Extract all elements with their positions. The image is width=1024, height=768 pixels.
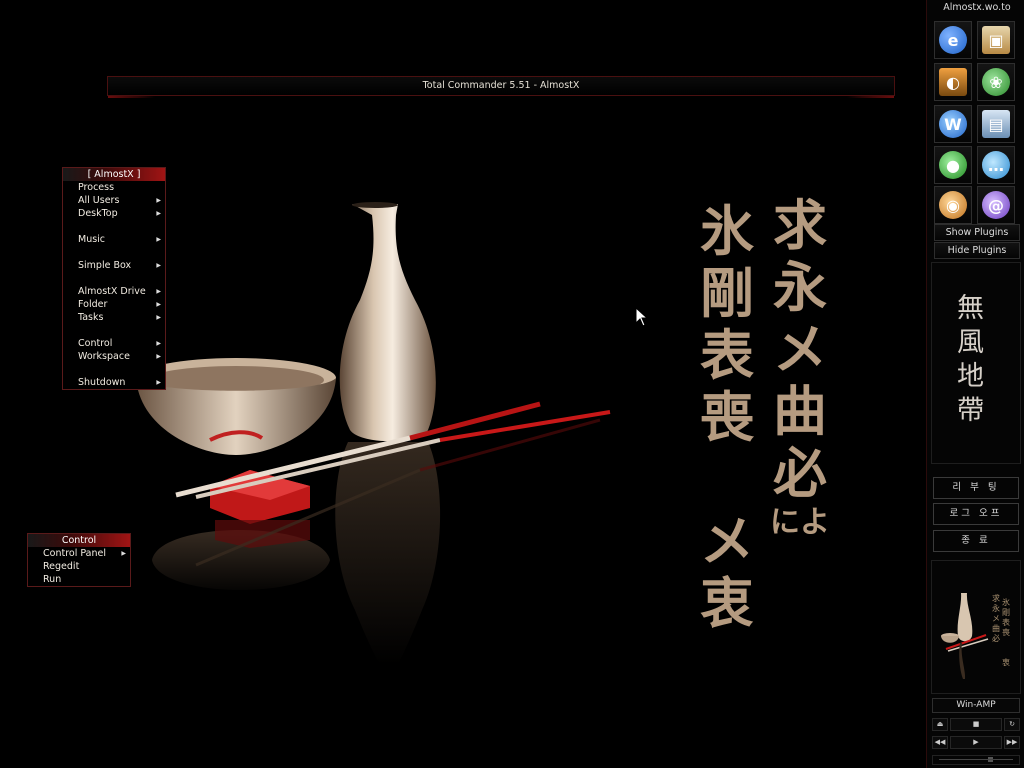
menu-item-tasks[interactable]: Tasks ▶ — [63, 311, 165, 324]
winamp-label[interactable]: Win-AMP — [932, 698, 1020, 713]
svg-text:永: 永 — [992, 603, 1000, 613]
dock-green-network-button[interactable]: ❀ — [977, 63, 1015, 101]
dock-package-button[interactable]: ▣ — [977, 21, 1015, 59]
menu-item-almostx-drive[interactable]: AlmostX Drive ▶ — [63, 285, 165, 298]
submenu-arrow-icon: ▶ — [156, 301, 161, 308]
submenu-arrow-icon: ▶ — [156, 288, 161, 295]
eye-icon: ◉ — [939, 191, 967, 219]
submenu-arrow-icon: ▶ — [156, 197, 161, 204]
start-menu: [ AlmostX ] Process All Users ▶ DeskTop ▶ … — [62, 167, 166, 390]
submenu-arrow-icon: ▶ — [156, 340, 161, 347]
menu-item-desktop[interactable]: DeskTop ▶ — [63, 207, 165, 220]
window-title: Total Commander 5.51 - AlmostX — [422, 80, 580, 91]
winamp-eject-button[interactable]: ⏏ — [932, 718, 948, 731]
svg-text:必: 必 — [992, 633, 1000, 643]
wallpaper-thumbnail: 求 永 メ 曲 必 氷 剛 表 喪 衷 — [931, 560, 1021, 694]
winamp-play-button[interactable]: ▶ — [950, 736, 1002, 749]
menu-item-workspace[interactable]: Workspace ▶ — [63, 350, 165, 363]
dock-chat-button[interactable]: … — [977, 146, 1015, 184]
submenu-arrow-icon: ▶ — [156, 379, 161, 386]
menu-item-folder[interactable]: Folder ▶ — [63, 298, 165, 311]
internet-explorer-icon: e — [939, 26, 967, 54]
show-plugins-button[interactable]: Show Plugins — [934, 224, 1020, 241]
w-app-icon: W — [939, 110, 967, 138]
reboot-button[interactable]: 리 부 팅 — [933, 477, 1019, 499]
svg-text:求: 求 — [992, 593, 1000, 603]
svg-text:衷: 衷 — [1002, 657, 1010, 667]
wallpaper-calligraphy-left: 氷 剛 表 喪 メ 衷 — [700, 199, 754, 635]
menu-item-shutdown[interactable]: Shutdown ▶ — [63, 376, 165, 389]
previous-icon: ◀◀ — [934, 738, 946, 746]
dock-title: Almostx.wo.to — [943, 2, 1011, 13]
media-player-icon: ◐ — [939, 68, 967, 96]
mail-icon: @ — [982, 191, 1010, 219]
exit-button[interactable]: 종 료 — [933, 530, 1019, 552]
svg-text:剛: 剛 — [1002, 608, 1010, 617]
green-network-icon: ❀ — [982, 68, 1010, 96]
submenu-arrow-icon: ▶ — [156, 236, 161, 243]
control-menu: Control Control Panel ▶ Regedit Run — [27, 533, 131, 587]
winamp-volume-slider[interactable] — [932, 755, 1020, 765]
play-icon: ▶ — [973, 738, 979, 746]
dock-w-app-button[interactable]: W — [934, 105, 972, 143]
slider-knob[interactable] — [988, 757, 993, 762]
menu-item-simple-box[interactable]: Simple Box ▶ — [63, 259, 165, 272]
next-icon: ▶▶ — [1006, 738, 1018, 746]
winamp-stop-button[interactable]: ■ — [950, 718, 1002, 731]
winamp-next-button[interactable]: ▶▶ — [1004, 736, 1020, 749]
svg-text:メ: メ — [992, 614, 1000, 623]
submenu-arrow-icon: ▶ — [156, 314, 161, 321]
submenu-arrow-icon: ▶ — [121, 550, 126, 557]
menu-item-run[interactable]: Run — [28, 573, 130, 586]
menu-item-regedit[interactable]: Regedit — [28, 560, 130, 573]
window-title-bar[interactable]: Total Commander 5.51 - AlmostX — [107, 76, 895, 98]
winamp-prev-button[interactable]: ◀◀ — [932, 736, 948, 749]
winamp-repeat-button[interactable]: ↻ — [1004, 718, 1020, 731]
menu-item-music[interactable]: Music ▶ — [63, 233, 165, 246]
package-icon: ▣ — [982, 26, 1010, 54]
chat-icon: … — [982, 151, 1010, 179]
thumbnail-still-life-icon: 求 永 メ 曲 必 氷 剛 表 喪 衷 — [941, 593, 1010, 679]
dock-computer-button[interactable]: ▤ — [977, 105, 1015, 143]
dock-mail-button[interactable]: @ — [977, 186, 1015, 224]
menu-item-control[interactable]: Control ▶ — [63, 337, 165, 350]
stop-icon: ■ — [972, 720, 980, 728]
dock-eye-button[interactable]: ◉ — [934, 186, 972, 224]
computer-icon: ▤ — [982, 110, 1010, 138]
submenu-arrow-icon: ▶ — [156, 210, 161, 217]
eject-icon: ⏏ — [936, 720, 944, 728]
mouse-cursor-icon — [635, 307, 647, 327]
menu-item-all-users[interactable]: All Users ▶ — [63, 194, 165, 207]
control-menu-header: Control — [28, 534, 130, 547]
svg-text:曲: 曲 — [992, 623, 1000, 633]
menu-item-process[interactable]: Process — [63, 181, 165, 194]
repeat-icon: ↻ — [1009, 720, 1015, 728]
submenu-arrow-icon: ▶ — [156, 262, 161, 269]
dock-media-player-button[interactable]: ◐ — [934, 63, 972, 101]
svg-text:表: 表 — [1002, 617, 1010, 627]
svg-text:氷: 氷 — [1002, 597, 1010, 607]
logoff-button[interactable]: 로그 오프 — [933, 503, 1019, 525]
wallpaper-calligraphy-right: 求 永 メ 曲 必 によ — [770, 193, 830, 540]
green-robot-icon: ● — [939, 151, 967, 179]
dock-green-robot-button[interactable]: ● — [934, 146, 972, 184]
dock-calligraphy: 無 風 地 帶 — [957, 293, 984, 426]
menu-item-control-panel[interactable]: Control Panel ▶ — [28, 547, 130, 560]
svg-text:喪: 喪 — [1002, 627, 1010, 637]
submenu-arrow-icon: ▶ — [156, 353, 161, 360]
dock-internet-explorer-button[interactable]: e — [934, 21, 972, 59]
hide-plugins-button[interactable]: Hide Plugins — [934, 242, 1020, 259]
start-menu-header: [ AlmostX ] — [63, 168, 165, 181]
right-dock-panel: Almostx.wo.to e ▣ ◐ ❀ W ▤ ● … ◉ @ Show P… — [926, 0, 1024, 768]
